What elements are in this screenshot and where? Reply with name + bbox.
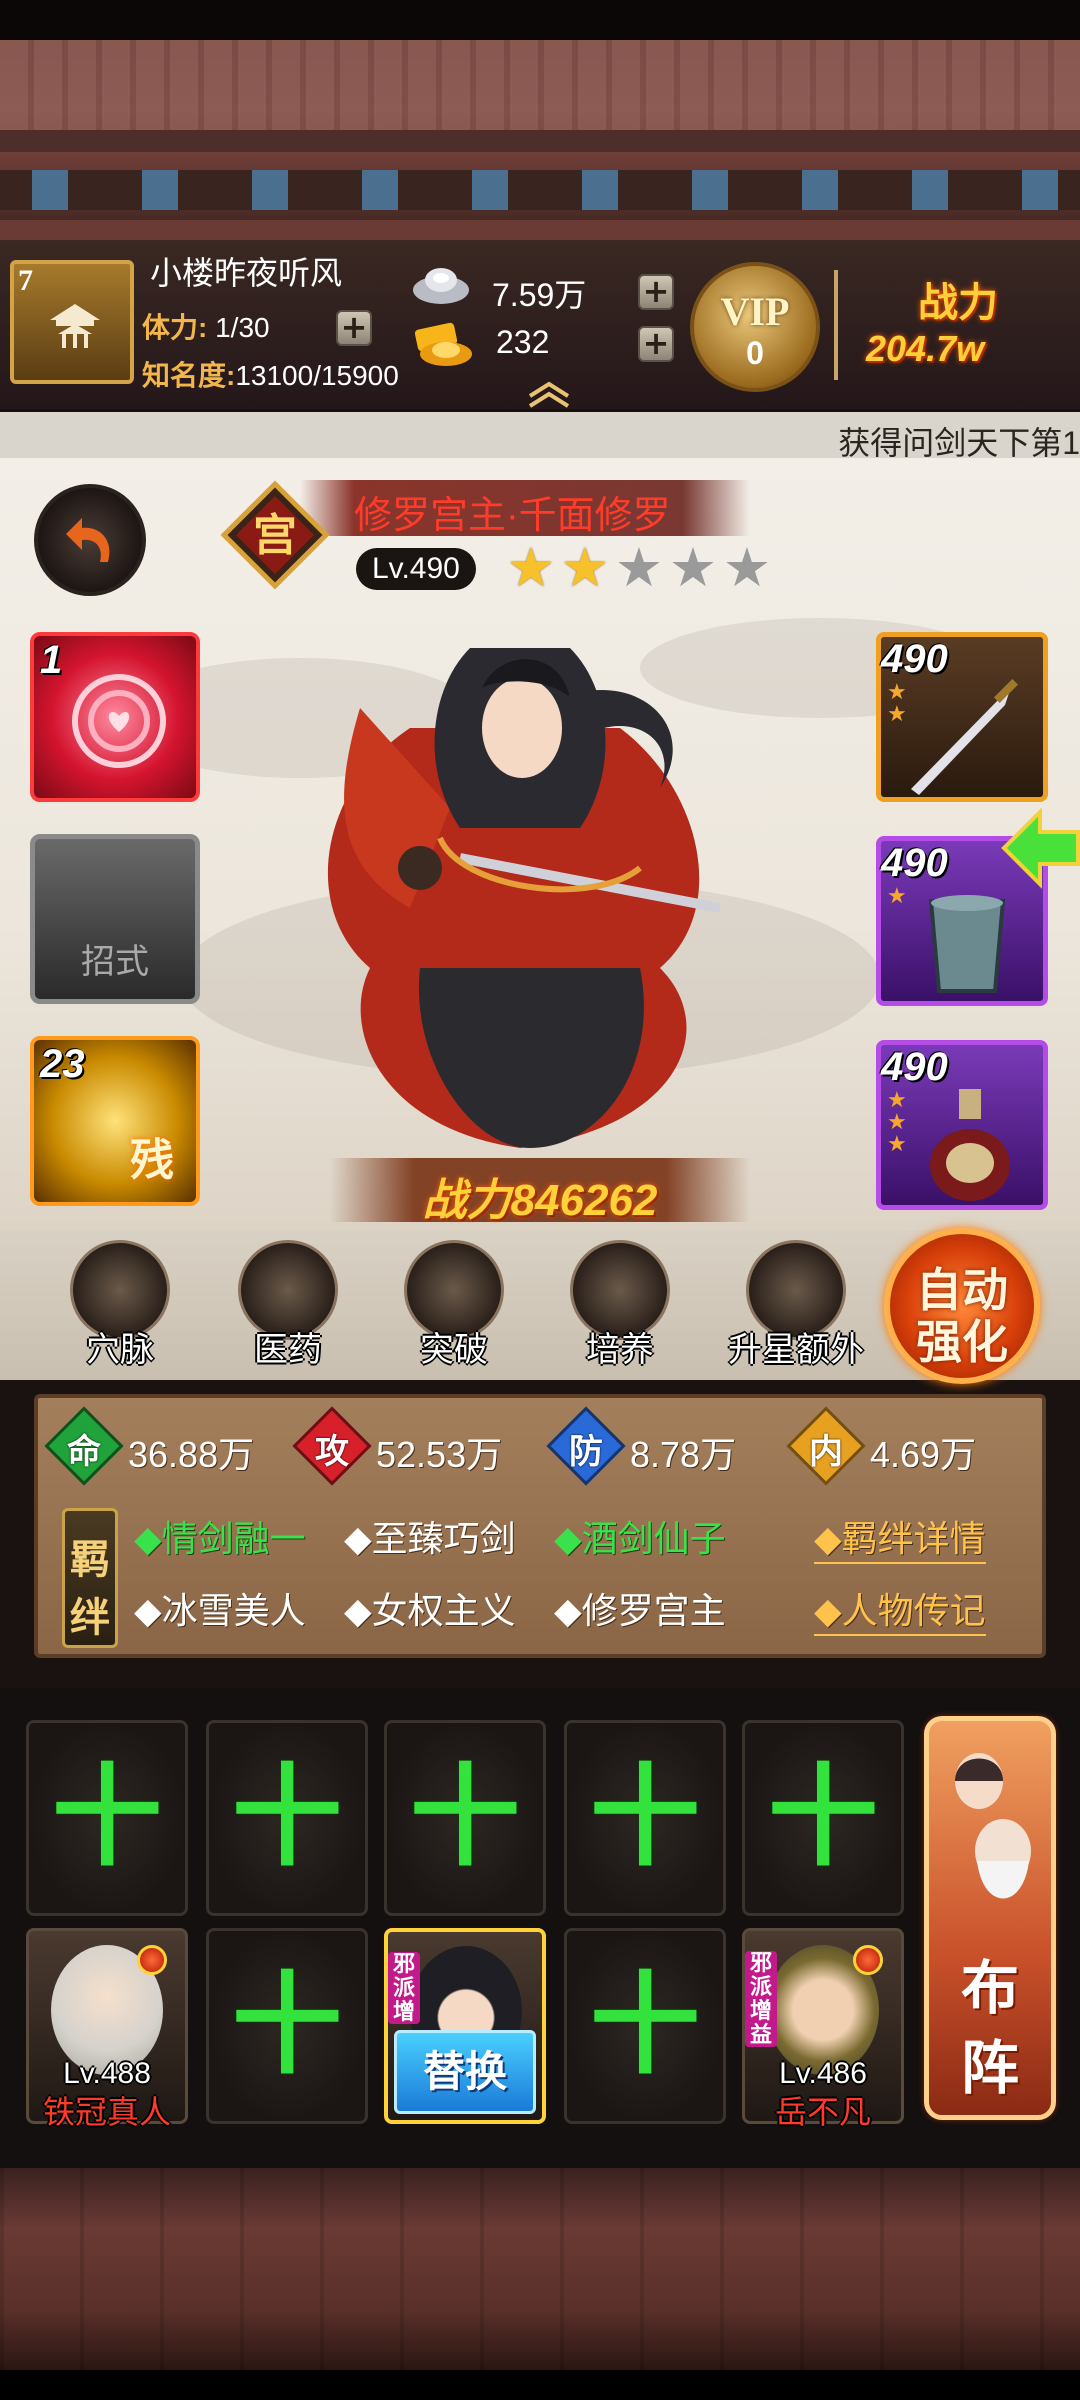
add-icon: 十 <box>768 1753 878 1881</box>
status-dot <box>853 1945 883 1975</box>
total-power-label: 战力 <box>918 281 998 325</box>
swirl-icon <box>72 674 166 768</box>
empty-slot[interactable]: 十 <box>564 1720 726 1916</box>
team-hero-slot[interactable]: Lv.488 铁冠真人 <box>26 1928 188 2130</box>
equip-slot-accessory[interactable]: 490 ★ ★ ★ <box>876 1040 1048 1210</box>
star-icon: ★ <box>722 538 772 598</box>
fame-display: 知名度:13100/15900 <box>142 360 399 391</box>
vip-badge[interactable]: VIP 0 <box>690 262 820 392</box>
bracer-icon <box>928 895 1006 993</box>
gold-amount: 232 <box>496 324 550 360</box>
guide-arrow-icon <box>1001 808 1080 889</box>
star-icon: ★ <box>614 538 664 598</box>
star-icon: ★ <box>506 538 556 598</box>
back-button[interactable] <box>34 484 146 596</box>
add-icon: 十 <box>590 1753 700 1881</box>
add-icon: 十 <box>52 1753 162 1881</box>
add-silver-button[interactable]: + <box>638 274 674 310</box>
gold-ingot-icon <box>414 322 472 366</box>
cultivate-button[interactable]: 培养 <box>550 1240 690 1380</box>
biography-link[interactable]: ◆人物传记 <box>814 1582 986 1636</box>
team-lineup: 十 十 十 十 十 Lv.488 铁冠真人 十 邪派增 替换 十 邪派增益 Lv… <box>0 1688 1080 2168</box>
header-divider <box>834 270 838 380</box>
bond-item: ◆修罗宫主 <box>554 1590 726 1631</box>
hero-panel: 宫 修罗宫主·千面修罗 Lv.490 ★ ★ ★ ★ ★ 1 招式 23 残 490 ★… <box>0 458 1080 1230</box>
faction-tag: 邪派增 <box>388 1952 420 2024</box>
star-icon: ★ <box>887 883 907 908</box>
add-gold-button[interactable]: + <box>638 326 674 362</box>
status-bar <box>0 0 1080 40</box>
wine-jug-icon <box>930 1089 1010 1201</box>
add-icon: 十 <box>410 1753 520 1881</box>
add-icon: 十 <box>590 1961 700 2089</box>
stats-panel: 命 36.88万 攻 52.53万 防 8.78万 内 4.69万 羁 绊 ◆情… <box>34 1394 1046 1658</box>
player-header: 7 小楼昨夜听风 体力: 1/30 + 知名度:13100/15900 7.59… <box>0 240 1080 412</box>
empty-slot[interactable]: 十 <box>206 1928 368 2124</box>
silver-ingot-icon <box>413 268 469 304</box>
add-icon: 十 <box>232 1753 342 1881</box>
status-dot <box>137 1945 167 1975</box>
skill-slot-3[interactable]: 23 残 <box>30 1036 200 1206</box>
empty-slot[interactable]: 十 <box>206 1720 368 1916</box>
star-icon: ★ <box>668 538 718 598</box>
total-power-value: 204.7w <box>866 328 985 369</box>
bond-item: ◆酒剑仙子 <box>554 1518 726 1559</box>
sword-icon <box>911 678 1019 795</box>
formation-button[interactable]: 布 阵 <box>924 1716 1056 2120</box>
star-icon: ★ ★ ★ <box>887 1087 907 1156</box>
empty-slot[interactable]: 十 <box>742 1720 904 1916</box>
faction-tag: 邪派增益 <box>745 1951 777 2047</box>
medicine-button[interactable]: 医药 <box>218 1240 358 1380</box>
hero-star-rating: ★ ★ ★ ★ ★ <box>506 540 772 596</box>
empty-slot[interactable]: 十 <box>26 1720 188 1916</box>
acupoint-button[interactable]: 穴脉 <box>50 1240 190 1380</box>
bond-item: ◆至臻巧剑 <box>344 1518 516 1559</box>
hero-level: Lv.490 <box>356 548 476 590</box>
swap-button[interactable]: 替换 <box>394 2030 536 2114</box>
star-icon: ★ <box>560 538 610 598</box>
silver-amount: 7.59万 <box>492 277 587 313</box>
empty-slot[interactable]: 十 <box>384 1720 546 1916</box>
player-name: 小楼昨夜听风 <box>150 255 343 291</box>
hero-name: 修罗宫主·千面修罗 <box>354 495 671 537</box>
empty-slot[interactable]: 十 <box>564 1928 726 2124</box>
back-arrow-icon <box>66 518 110 562</box>
skill-slot-empty[interactable]: 招式 <box>30 834 200 1004</box>
hero-portrait <box>327 648 721 1148</box>
star-up-extra-button[interactable]: 升星额外 <box>726 1240 866 1380</box>
bond-item: ◆女权主义 <box>344 1590 516 1631</box>
pavilion-icon <box>50 304 100 348</box>
bond-details-link[interactable]: ◆羁绊详情 <box>814 1510 986 1564</box>
hero-power-plate: 战力846262 <box>330 1158 750 1225</box>
breakthrough-button[interactable]: 突破 <box>384 1240 524 1380</box>
add-stamina-button[interactable]: + <box>336 310 372 346</box>
team-hero-slot[interactable]: 邪派增益 Lv.486 岳不凡 <box>742 1928 904 2130</box>
top-roof-decoration <box>0 40 1080 240</box>
bond-tag: 羁 绊 <box>62 1508 118 1648</box>
player-avatar[interactable]: 7 <box>10 260 134 384</box>
equip-slot-weapon[interactable]: 490 ★ ★ <box>876 632 1048 802</box>
hero-power-value: 战力846262 <box>422 1176 658 1225</box>
bond-item: ◆情剑融一 <box>134 1518 306 1559</box>
team-hero-slot-selected[interactable]: 邪派增 替换 <box>384 1928 546 2124</box>
player-level: 7 <box>18 264 33 297</box>
add-icon: 十 <box>232 1961 342 2089</box>
elders-portrait-icon <box>955 1753 1031 1899</box>
system-nav-bar <box>0 2370 1080 2400</box>
skill-slot-1[interactable]: 1 <box>30 632 200 802</box>
stamina-display: 体力: 1/30 <box>142 312 270 343</box>
svg-text:宫: 宫 <box>253 511 297 560</box>
bond-item: ◆冰雪美人 <box>134 1590 306 1631</box>
news-ticker: 获得问剑天下第1 <box>0 412 1080 461</box>
auto-enhance-button[interactable]: 自动 强化 <box>884 1228 1040 1384</box>
bottom-roof-decoration <box>0 2168 1080 2370</box>
chevron-up-icon[interactable] <box>524 380 574 408</box>
sect-badge: 宫 <box>220 480 330 590</box>
